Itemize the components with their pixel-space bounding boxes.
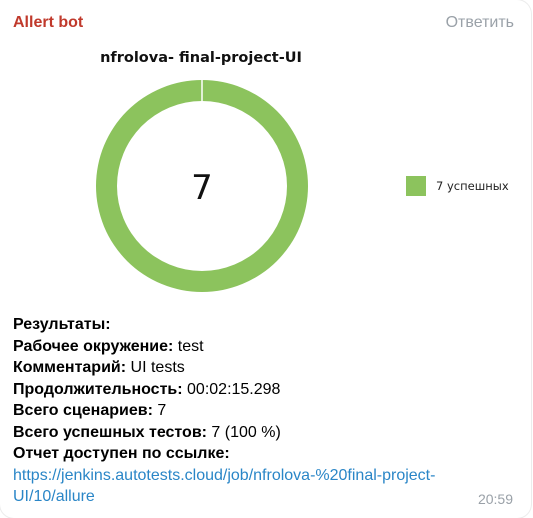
report-row-comment: Комментарий: UI tests (13, 357, 513, 379)
row-key: Рабочее окружение: (13, 337, 174, 355)
row-key: Продолжительность: (13, 380, 183, 398)
row-value: 7 (152, 402, 167, 419)
report-row-total-scenarios: Всего сценариев: 7 (13, 400, 513, 422)
reply-button[interactable]: Ответить (446, 14, 514, 32)
report-text: Результаты: Рабочее окружение: test Комм… (13, 314, 513, 508)
row-value: UI tests (126, 359, 185, 376)
chart-svg: nfrolova- final-project-UI 7 7 успешных (96, 50, 509, 292)
legend-swatch (406, 176, 426, 196)
legend-label: 7 успешных (436, 179, 509, 193)
chart-title: nfrolova- final-project-UI (100, 50, 302, 66)
message-bubble: Allert bot Ответить nfrolova- final-proj… (0, 0, 531, 518)
report-row-passed-tests: Всего успешных тестов: 7 (100 %) (13, 422, 513, 444)
report-row-duration: Продолжительность: 00:02:15.298 (13, 379, 513, 401)
chart-legend: 7 успешных (406, 176, 509, 196)
row-key: Всего сценариев: (13, 402, 153, 419)
results-heading: Результаты: (13, 316, 111, 333)
row-key: Комментарий: (13, 359, 127, 376)
report-row-environment: Рабочее окружение: test (13, 336, 513, 358)
sender-name[interactable]: Allert bot (13, 14, 83, 32)
row-value: 00:02:15.298 (182, 380, 281, 398)
report-link-label: Отчет доступен по ссылке: (13, 445, 230, 462)
chart-center-value: 7 (191, 168, 213, 208)
allure-chart: nfrolova- final-project-UI 7 7 успешных (0, 38, 533, 308)
row-value: test (173, 337, 204, 355)
message-time: 20:59 (477, 491, 513, 507)
row-value: 7 (100 %) (206, 423, 281, 441)
row-key: Всего успешных тестов: (13, 423, 207, 441)
allure-report-link[interactable]: https://jenkins.autotests.cloud/job/nfro… (13, 465, 483, 508)
